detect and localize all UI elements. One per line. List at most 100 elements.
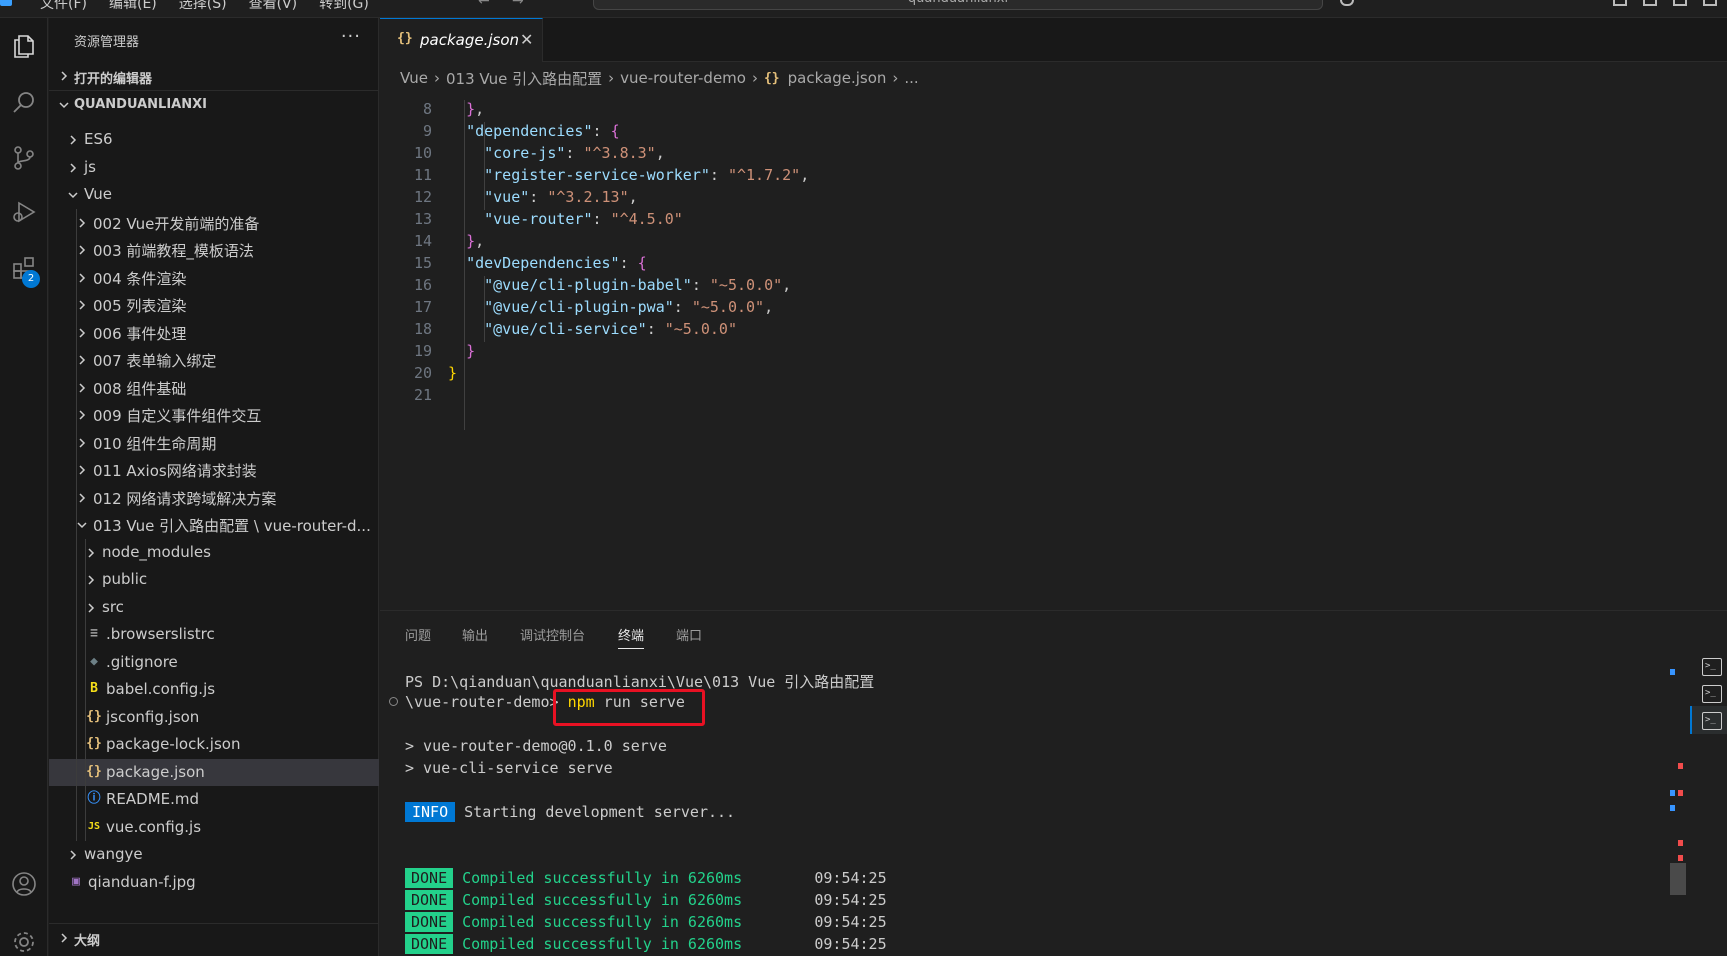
tree-folder[interactable]: node_modules (49, 539, 379, 567)
tab-label: package.json (420, 31, 520, 49)
chevron-right-icon (79, 492, 86, 503)
file-type-icon: JS (87, 820, 101, 832)
breadcrumb-item[interactable]: Vue (400, 69, 428, 87)
search-icon[interactable] (0, 79, 48, 127)
code-line: 13 "vue-router": "^4.5.0" (413, 210, 683, 228)
tree-folder[interactable]: 011 Axios网络请求封装 (49, 456, 379, 484)
code-line: 11 "register-service-worker": "^1.7.2", (413, 166, 810, 184)
tree-folder[interactable]: src (49, 594, 379, 622)
tree-file[interactable]: {} package-lock.json (49, 731, 379, 759)
tab-output[interactable]: 输出 (462, 625, 488, 644)
breadcrumb: Vue › 013 Vue 引入路由配置 › vue-router-demo ›… (380, 62, 1727, 94)
back-arrow-icon[interactable]: ← (478, 0, 490, 9)
tree-folder[interactable]: 007 表单输入绑定 (49, 346, 379, 374)
chevron-right-icon: › (892, 69, 899, 87)
tree-item-label: Vue (84, 185, 112, 203)
tree-file[interactable]: {} jsconfig.json (49, 704, 379, 732)
command-center-search[interactable]: quanduanlianxi (593, 0, 1323, 10)
settings-gear-icon[interactable] (0, 918, 48, 956)
scroll-thumb[interactable] (1670, 863, 1686, 895)
breadcrumb-item[interactable]: package.json (788, 69, 887, 87)
toggle-panel-icon[interactable] (1643, 0, 1657, 6)
tree-file[interactable]: JS vue.config.js (49, 814, 379, 842)
tree-folder[interactable]: js (49, 154, 379, 182)
tree-folder[interactable]: public (49, 566, 379, 594)
tree-folder[interactable]: ES6 (49, 126, 379, 154)
terminal-scrollbar[interactable] (1670, 665, 1686, 956)
breadcrumb-item[interactable]: vue-router-demo (620, 69, 746, 87)
toggle-secondary-sidebar-icon[interactable] (1673, 0, 1687, 6)
terminal-line: INFO Starting development server... (405, 802, 735, 825)
terminal-instance-icon[interactable]: >_ (1702, 685, 1722, 703)
menu-selection[interactable]: 选择(S) (179, 0, 227, 13)
tree-file[interactable]: ◆ .gitignore (49, 649, 379, 677)
tree-folder[interactable]: 002 Vue开发前端的准备 (49, 209, 379, 237)
tree-item-label: 008 组件基础 (93, 379, 187, 398)
title-bar: 文件(F) 编辑(E) 选择(S) 查看(V) 转到(G) ← → quandu… (0, 0, 1727, 18)
copilot-icon[interactable] (1340, 0, 1354, 6)
menu-go[interactable]: 转到(G) (319, 0, 369, 13)
terminal-line: > vue-cli-service serve (405, 759, 613, 777)
code-line: 10 "core-js": "^3.8.3", (413, 144, 665, 162)
workspace-root-section[interactable]: QUANDUANLIANXI (49, 90, 379, 118)
source-control-icon[interactable] (0, 134, 48, 182)
tree-item-label: qianduan-f.jpg (88, 872, 196, 891)
tree-file[interactable]: Bbabel.config.js (49, 676, 379, 704)
outline-section[interactable]: 大纲 (49, 923, 379, 951)
tree-folder[interactable]: 008 组件基础 (49, 374, 379, 402)
tree-file[interactable]: {} package.json (49, 758, 379, 786)
account-icon[interactable] (0, 860, 48, 908)
terminal-instance-icon[interactable]: >_ (1702, 658, 1722, 676)
tree-folder[interactable]: 009 自定义事件组件交互 (49, 401, 379, 429)
tree-folder[interactable]: wangye (49, 841, 379, 869)
extensions-icon[interactable]: 2 (0, 244, 48, 292)
menu-view[interactable]: 查看(V) (249, 0, 298, 13)
menu-file[interactable]: 文件(F) (40, 0, 87, 13)
customize-layout-icon[interactable] (1703, 0, 1717, 6)
tree-file[interactable]: ▣ qianduan-f.jpg (49, 869, 379, 897)
tab-ports[interactable]: 端口 (676, 625, 702, 644)
tree-folder[interactable]: 004 条件渲染 (49, 264, 379, 292)
tree-folder[interactable]: 010 组件生命周期 (49, 429, 379, 457)
chevron-right-icon (79, 410, 86, 420)
command-decoration-icon[interactable] (389, 697, 398, 706)
tab-problems[interactable]: 问题 (405, 625, 431, 644)
chevron-right-icon (61, 933, 68, 943)
terminal-instance-icon[interactable]: >_ (1702, 712, 1722, 730)
tree-folder[interactable]: 003 前端教程_模板语法 (49, 236, 379, 264)
tree-folder[interactable]: 005 列表渲染 (49, 291, 379, 319)
terminal-line: > vue-router-demo@0.1.0 serve (405, 737, 667, 755)
terminal-line: DONE Compiled successfully in 6260ms 09:… (405, 890, 887, 913)
run-debug-icon[interactable] (0, 188, 48, 236)
chevron-down-icon (77, 522, 87, 529)
code-line: 20} (413, 364, 458, 382)
tree-item-label: 010 组件生命周期 (93, 434, 217, 453)
breadcrumb-item[interactable]: 013 Vue 引入路由配置 (446, 68, 602, 89)
menu-edit[interactable]: 编辑(E) (109, 0, 157, 13)
more-actions-icon[interactable]: ··· (341, 26, 361, 47)
explorer-sidebar: 资源管理器 ··· 打开的编辑器 QUANDUANLIANXI ES6 js Vue… (49, 18, 379, 956)
tree-folder[interactable]: 006 事件处理 (49, 319, 379, 347)
tree-file[interactable]: ≡ .browserslistrc (49, 621, 379, 649)
indent-guide (85, 538, 86, 841)
tree-file[interactable]: ⓘ README.md (49, 786, 379, 814)
tab-debug-console[interactable]: 调试控制台 (520, 625, 585, 644)
scroll-mark (1670, 805, 1675, 811)
toggle-sidebar-icon[interactable] (1613, 0, 1627, 6)
file-type-icon: ▣ (72, 873, 80, 889)
chevron-right-icon (79, 217, 86, 228)
explorer-icon[interactable] (0, 22, 48, 70)
tab-package-json[interactable]: {} package.json ✕ (380, 18, 543, 62)
tree-folder[interactable]: Vue (49, 181, 379, 209)
tab-terminal[interactable]: 终端 (618, 625, 645, 649)
open-editors-label: 打开的编辑器 (74, 72, 153, 87)
breadcrumb-item[interactable]: ... (904, 69, 918, 87)
tree-folder[interactable]: 012 网络请求跨域解决方案 (49, 484, 379, 512)
tree-folder[interactable]: 013 Vue 引入路由配置 \ vue-router-d... (49, 511, 379, 539)
open-editors-section[interactable]: 打开的编辑器 (49, 62, 379, 90)
close-icon[interactable]: ✕ (520, 30, 533, 49)
tree-item-label: jsconfig.json (106, 707, 200, 726)
forward-arrow-icon[interactable]: → (512, 0, 524, 9)
info-badge: INFO (405, 802, 456, 822)
code-line: 9 "dependencies": { (422, 122, 620, 140)
